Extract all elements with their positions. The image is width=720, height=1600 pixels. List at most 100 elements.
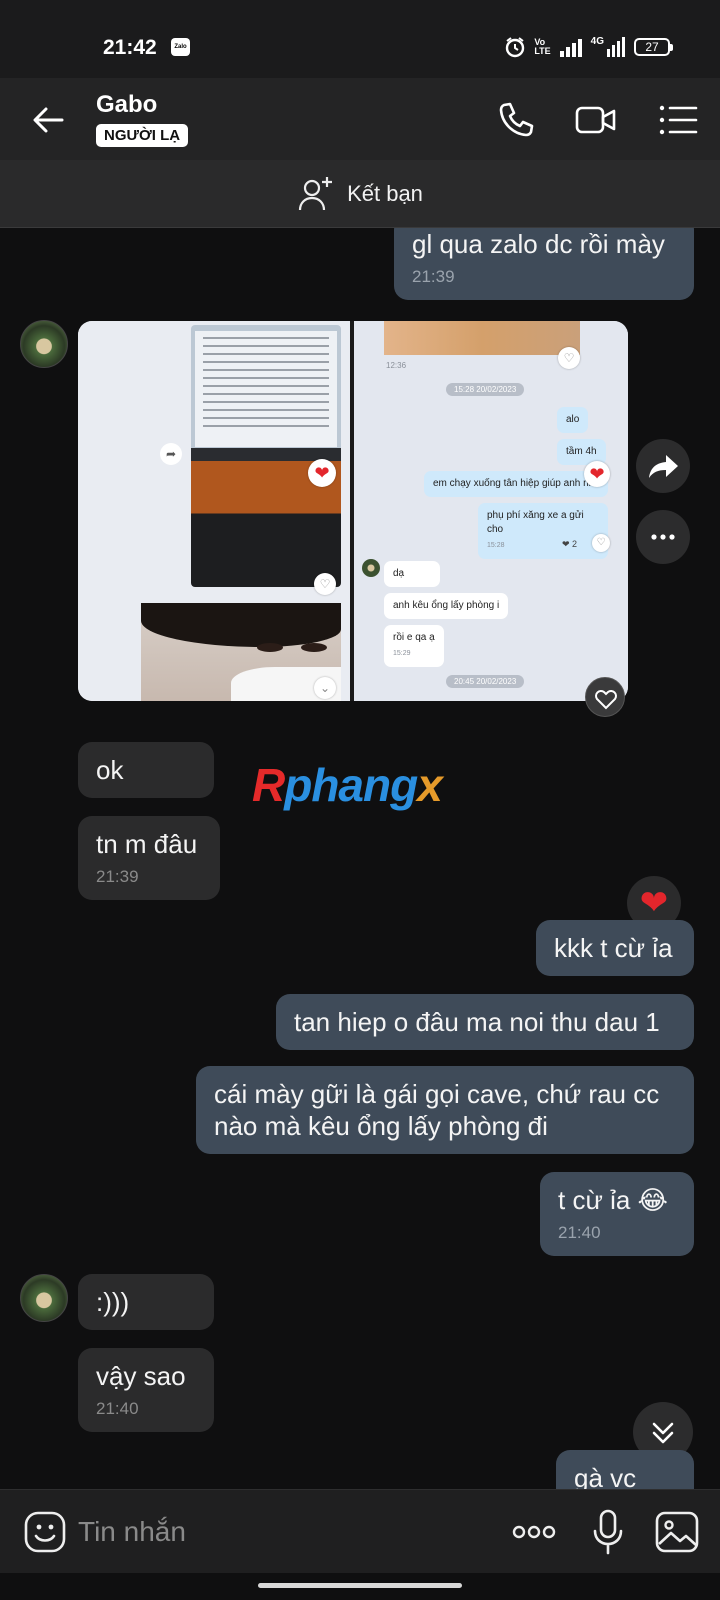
image-gallery-icon[interactable] xyxy=(654,1510,700,1554)
mini-bubble: anh kêu ổng lấy phòng i xyxy=(384,593,509,619)
alarm-icon xyxy=(506,37,525,58)
mini-share-icon: ➦ xyxy=(160,443,182,465)
mini-bubble-text: rồi e qa ạ xyxy=(393,632,435,643)
mini-heart-icon: ♡ xyxy=(558,347,580,369)
home-gesture-pill[interactable] xyxy=(258,1583,462,1588)
message-input[interactable] xyxy=(78,1512,478,1552)
mini-bubble-time: 15:28 xyxy=(487,542,505,549)
message-bubble-incoming[interactable]: vậy sao 21:40 xyxy=(78,1348,214,1432)
photo-message[interactable]: ➦ ❤ ♡ ⌄ 12:36 ♡ 15:28 20/02/2023 alo tầm… xyxy=(78,321,628,701)
mini-heart-count: ❤ 2 xyxy=(562,539,578,549)
forward-icon xyxy=(649,455,678,478)
video-call-icon[interactable] xyxy=(574,98,618,142)
message-text-line: nào mà kêu ổng lấy phòng đi xyxy=(214,1111,548,1141)
mini-heart-reaction-icon: ❤ xyxy=(308,459,336,487)
selfie-eye xyxy=(257,643,283,652)
microphone-icon[interactable] xyxy=(588,1508,628,1556)
back-arrow-icon[interactable] xyxy=(26,98,70,142)
mini-time: 12:36 xyxy=(386,361,407,370)
message-bubble-outgoing[interactable]: gl qua zalo dc rồi mày 21:39 xyxy=(394,228,694,300)
message-bubble-incoming[interactable]: ok xyxy=(78,742,214,798)
more-horizontal-icon xyxy=(651,534,675,540)
message-time: 21:39 xyxy=(412,267,455,286)
message-text: tan hiep o đâu ma noi thu dau 1 xyxy=(294,1007,660,1037)
message-bubble-outgoing[interactable]: gà vc xyxy=(556,1450,694,1489)
lte-label: LTE xyxy=(534,46,551,56)
message-text: gl qua zalo dc rồi mày xyxy=(412,229,665,259)
status-icons: Vo LTE 4G 27 xyxy=(504,34,673,60)
message-text-line: cái mày gữi là gái gọi cave, chứ rau cc xyxy=(214,1079,660,1109)
add-friend-label: Kết bạn xyxy=(347,180,423,206)
phone-call-icon[interactable] xyxy=(494,98,538,142)
emoji-sticker-icon[interactable] xyxy=(22,1509,68,1555)
cat-photo xyxy=(384,321,580,355)
message-time: 21:40 xyxy=(558,1223,601,1242)
mini-bubble-text: anh kêu ổng lấy phòng i xyxy=(393,600,500,611)
forward-button[interactable] xyxy=(636,439,690,493)
mini-bubble: alo xyxy=(557,407,589,433)
monitor-screen xyxy=(195,331,337,447)
mini-chevron-icon: ⌄ xyxy=(314,677,336,699)
stranger-badge: NGƯỜI LẠ xyxy=(96,124,189,147)
like-reaction-button[interactable] xyxy=(585,677,625,717)
message-text: ok xyxy=(96,755,124,785)
contact-avatar[interactable] xyxy=(20,1274,68,1322)
mini-bubble-text: alo xyxy=(566,414,580,425)
mini-bubble: phụ phí xăng xe a gửi cho 15:28 xyxy=(478,503,608,559)
mini-avatar xyxy=(362,559,380,577)
add-friend-icon xyxy=(298,176,333,210)
zalo-notification-icon: Zalo xyxy=(171,38,190,56)
volte-indicator: Vo LTE xyxy=(534,38,550,56)
message-bubble-outgoing[interactable]: cái mày gữi là gái gọi cave, chứ rau cc … xyxy=(196,1066,694,1154)
screenshot-photo-right[interactable]: 12:36 ♡ 15:28 20/02/2023 alo tầm 4h em c… xyxy=(354,321,628,701)
contact-avatar[interactable] xyxy=(20,320,68,368)
screenshot-photo-left[interactable]: ➦ ❤ ♡ ⌄ xyxy=(78,321,350,701)
selfie-photo xyxy=(141,603,341,701)
contact-name[interactable]: Gabo xyxy=(96,91,157,119)
watermark-logo: Rphangx xyxy=(252,758,443,812)
mini-bubble-text: tầm 4h xyxy=(566,446,597,457)
status-time: 21:42 xyxy=(103,36,157,59)
chat-header: Gabo NGƯỜI LẠ xyxy=(0,78,720,160)
message-bubble-outgoing[interactable]: kkk t cừ ỉa xyxy=(536,920,694,976)
selfie-eye xyxy=(301,643,327,652)
message-composer xyxy=(0,1489,720,1573)
mini-heart-reaction-icon: ❤ xyxy=(584,461,610,487)
message-time: 21:39 xyxy=(96,867,139,886)
status-bar: 21:42 Zalo Vo LTE 4G 27 xyxy=(0,0,720,78)
mini-date-separator: 15:28 20/02/2023 xyxy=(446,383,525,396)
watermark-part: phang xyxy=(284,759,418,811)
mini-heart-icon: ♡ xyxy=(314,573,336,595)
mini-heart-count-value: 2 xyxy=(572,539,578,549)
more-dots-icon[interactable] xyxy=(510,1512,558,1552)
mini-bubble: em chạy xuống tân hiệp giúp anh nha xyxy=(424,471,608,497)
watermark-part: x xyxy=(417,759,443,811)
message-text: tn m đâu xyxy=(96,829,198,859)
message-text: t cừ ỉa 😂 xyxy=(558,1185,668,1215)
message-text: gà vc xyxy=(574,1463,637,1489)
message-bubble-outgoing[interactable]: t cừ ỉa 😂 21:40 xyxy=(540,1172,694,1256)
message-bubble-incoming[interactable]: tn m đâu 21:39 xyxy=(78,816,220,900)
battery-indicator: 27 xyxy=(634,38,673,56)
network-4g-label: 4G xyxy=(590,36,604,47)
mini-bubble-time: 15:29 xyxy=(393,650,411,657)
add-friend-bar[interactable]: Kết bạn xyxy=(0,160,720,228)
message-text: vậy sao xyxy=(96,1361,186,1391)
watermark-part: R xyxy=(252,759,285,811)
mini-bubble: dạ xyxy=(384,561,440,587)
message-text: kkk t cừ ỉa xyxy=(554,933,673,963)
mini-bubble-text: dạ xyxy=(393,568,405,579)
signal-4g-icon xyxy=(607,37,625,57)
more-options-button[interactable] xyxy=(636,510,690,564)
mini-bubble-text: em chạy xuống tân hiệp giúp anh nha xyxy=(433,478,600,489)
message-bubble-outgoing[interactable]: tan hiep o đâu ma noi thu dau 1 xyxy=(276,994,694,1050)
signal-icon xyxy=(559,39,582,57)
heart-outline-icon xyxy=(595,690,617,710)
monitor-photo xyxy=(191,325,341,587)
mini-bubble: rồi e qa ạ 15:29 xyxy=(384,625,444,667)
menu-list-icon[interactable] xyxy=(656,98,700,142)
system-navigation-bar xyxy=(0,1573,720,1600)
message-bubble-incoming[interactable]: :))) xyxy=(78,1274,214,1330)
message-list[interactable]: gl qua zalo dc rồi mày 21:39 ➦ ❤ ♡ ⌄ 12:… xyxy=(0,228,720,1489)
mini-bubble-text: phụ phí xăng xe a gửi cho xyxy=(487,510,584,535)
